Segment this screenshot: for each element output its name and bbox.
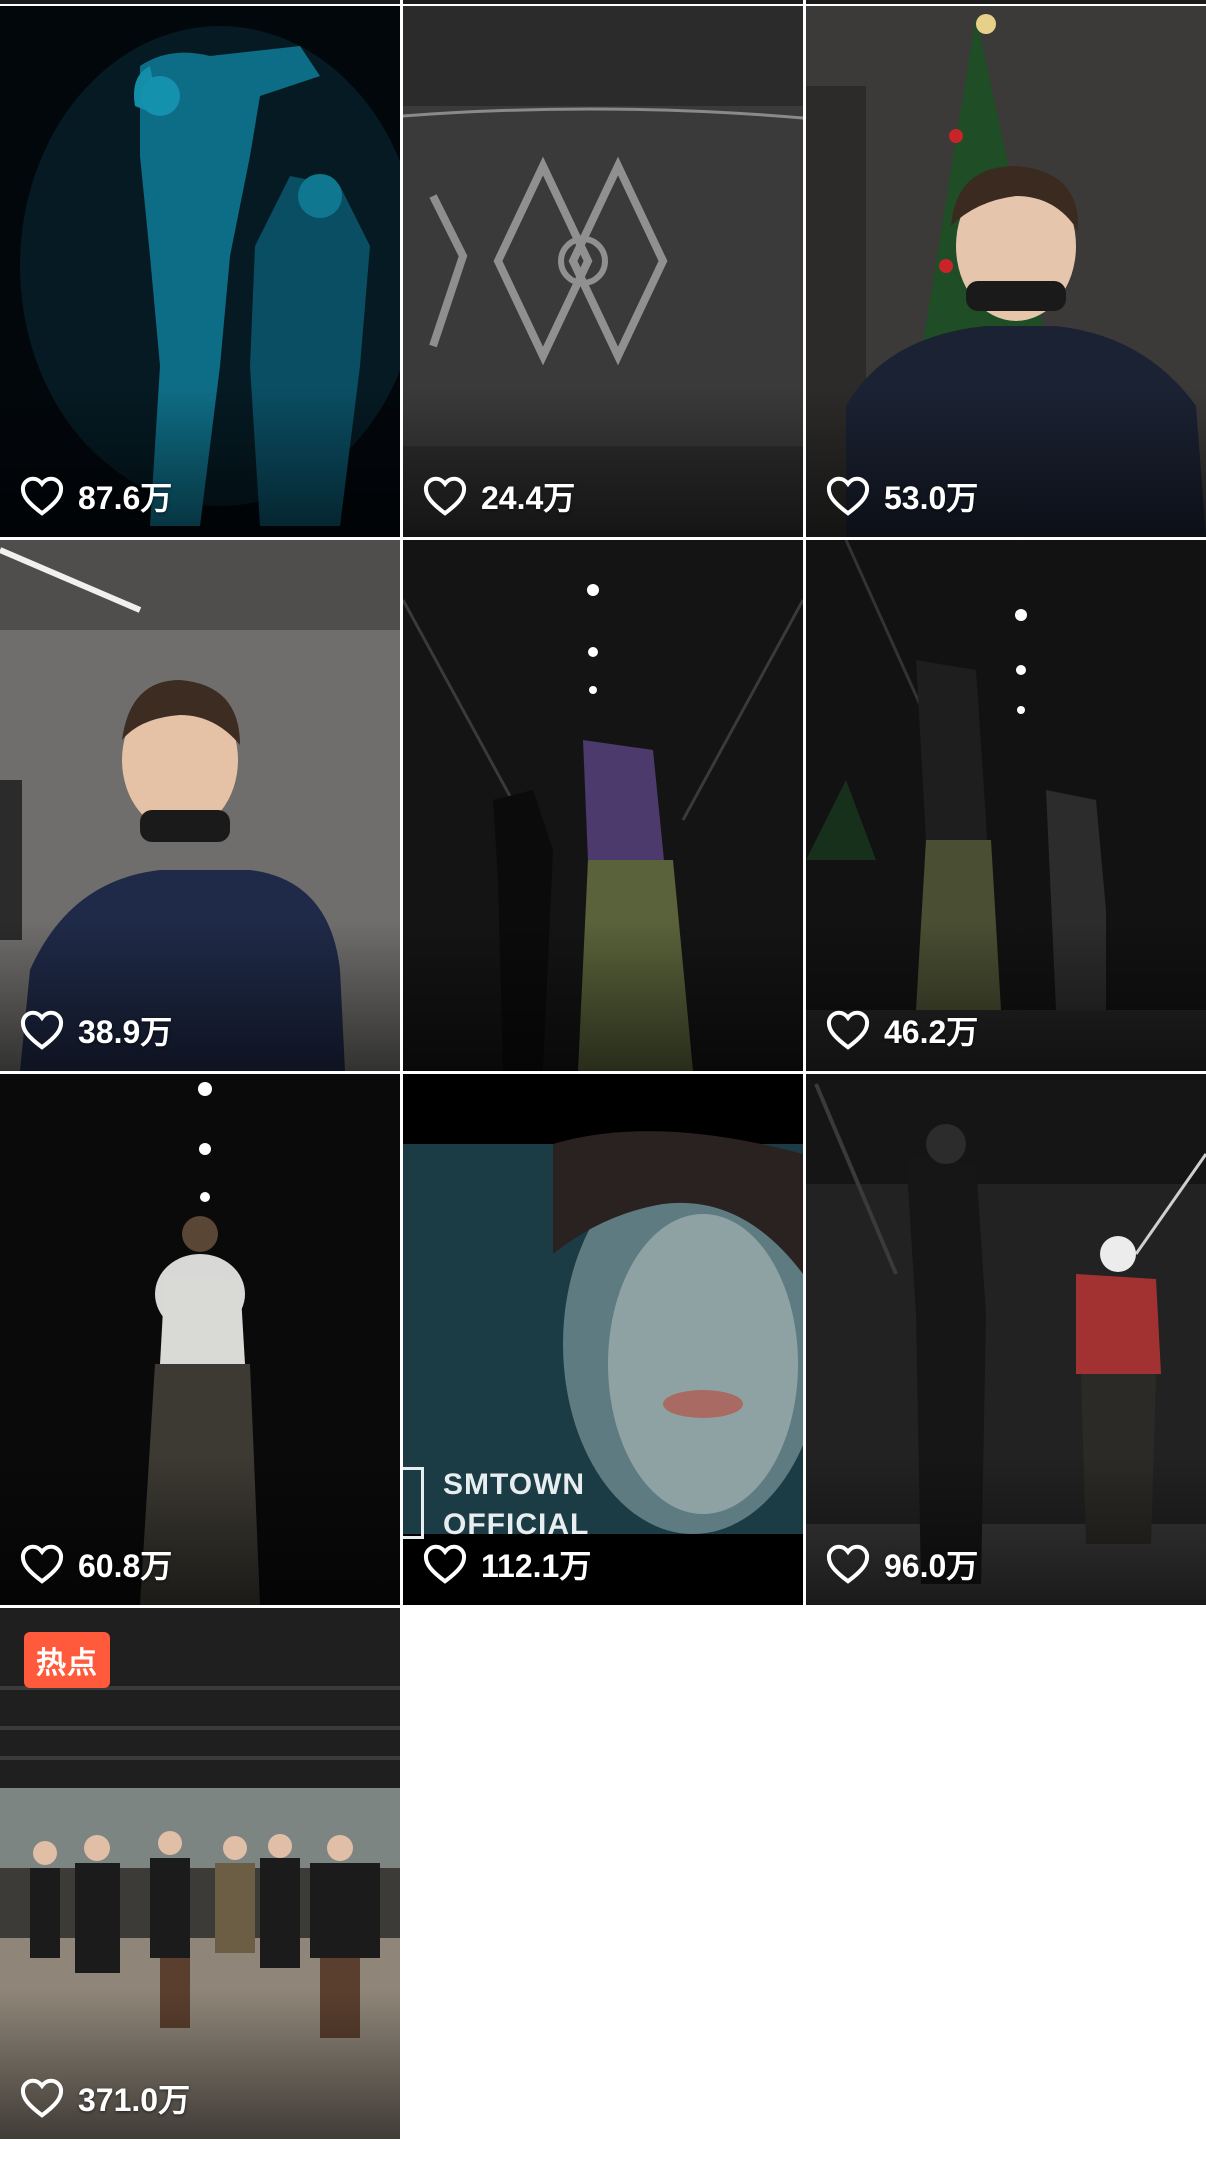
heart-outline-icon (20, 476, 64, 516)
video-tile-5[interactable] (403, 540, 803, 1071)
like-count-value: 96.0万 (884, 1548, 979, 1584)
watermark-line-2: OFFICIAL (443, 1508, 590, 1541)
watermark-frame (403, 1467, 424, 1539)
heart-outline-icon (423, 1544, 467, 1584)
video-tile-10[interactable]: 热点 371.0万 (0, 1608, 400, 2139)
video-tile-9[interactable]: 96.0万 (806, 1074, 1206, 1605)
like-count-value: 24.4万 (481, 480, 576, 516)
like-count: 53.0万 (826, 473, 978, 519)
like-count: 371.0万 (20, 2075, 190, 2121)
video-tile-7[interactable]: 60.8万 (0, 1074, 400, 1605)
heart-outline-icon (826, 1010, 870, 1050)
heart-outline-icon (423, 476, 467, 516)
like-count-value: 38.9万 (78, 1014, 173, 1050)
like-count-value: 112.1万 (481, 1548, 592, 1584)
video-grid: 87.6万 24.4万 53.0万 38.9万 46.2万 60.8万 SMTO… (0, 0, 1206, 2178)
video-tile-2[interactable]: 24.4万 (403, 6, 803, 537)
watermark-line-1: SMTOWN (443, 1468, 586, 1501)
video-tile-6[interactable]: 46.2万 (806, 540, 1206, 1071)
heart-outline-icon (20, 1010, 64, 1050)
like-count-value: 53.0万 (884, 480, 979, 516)
heart-outline-icon (826, 476, 870, 516)
tile-shade (403, 921, 803, 1071)
heart-outline-icon (20, 2078, 64, 2118)
like-count-value: 371.0万 (78, 2082, 191, 2118)
like-count: 87.6万 (20, 473, 172, 519)
video-tile-8[interactable]: SMTOWN OFFICIAL 112.1万 (403, 1074, 803, 1605)
heart-outline-icon (20, 1544, 64, 1584)
video-tile-3[interactable]: 53.0万 (806, 6, 1206, 537)
like-count: 112.1万 (423, 1541, 591, 1587)
video-tile-4[interactable]: 38.9万 (0, 540, 400, 1071)
hot-badge: 热点 (24, 1632, 110, 1688)
like-count: 96.0万 (826, 1541, 978, 1587)
smtown-watermark: SMTOWN OFFICIAL (403, 1465, 590, 1545)
like-count: 46.2万 (826, 1007, 978, 1053)
like-count-value: 87.6万 (78, 480, 173, 516)
like-count-value: 46.2万 (884, 1014, 979, 1050)
heart-outline-icon (826, 1544, 870, 1584)
like-count: 24.4万 (423, 473, 575, 519)
like-count: 38.9万 (20, 1007, 172, 1053)
like-count: 60.8万 (20, 1541, 172, 1587)
video-tile-1[interactable]: 87.6万 (0, 6, 400, 537)
like-count-value: 60.8万 (78, 1548, 173, 1584)
